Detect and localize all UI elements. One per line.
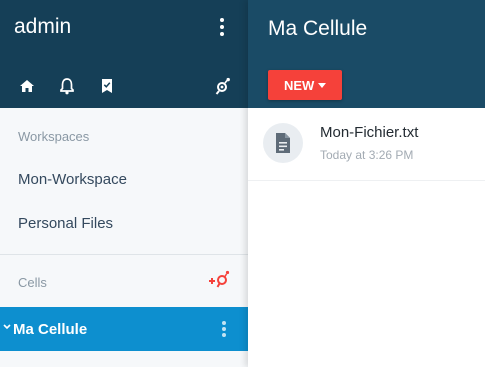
sidebar-divider [0,254,248,255]
caret-down-icon [318,83,326,88]
sidebar-item-label: Ma Cellule [13,321,88,338]
share-icon[interactable] [212,75,234,97]
main-panel: Ma Cellule NEW Mon-Fichier.txt Today at … [248,0,485,367]
sidebar: admin Workspaces Mon-Workspace Personal … [0,0,248,367]
file-list-item[interactable]: Mon-Fichier.txt Today at 3:26 PM [248,108,485,181]
text-file-icon [263,123,303,163]
chevron-down-icon[interactable] [2,320,12,334]
main-header: Ma Cellule NEW [248,0,485,108]
add-cell-icon[interactable] [207,268,235,290]
home-icon[interactable] [16,75,38,97]
sidebar-item-personal-files[interactable]: Personal Files [18,215,113,232]
bookmark-icon[interactable] [96,75,118,97]
new-button[interactable]: NEW [268,70,342,100]
file-modified: Today at 3:26 PM [320,148,414,162]
bell-icon[interactable] [56,75,78,97]
more-vert-icon[interactable] [212,15,232,39]
sidebar-item-mon-workspace[interactable]: Mon-Workspace [18,171,127,188]
file-name: Mon-Fichier.txt [320,124,419,141]
section-label-cells: Cells [18,275,47,290]
sidebar-item-ma-cellule[interactable]: Ma Cellule [0,307,248,351]
more-vert-icon[interactable] [216,319,232,339]
user-name[interactable]: admin [14,15,71,39]
section-label-workspaces: Workspaces [18,129,90,144]
new-button-label: NEW [284,78,315,93]
sidebar-body: Workspaces Mon-Workspace Personal Files … [0,108,248,367]
page-title: Ma Cellule [268,17,368,40]
sidebar-header: admin [0,0,248,108]
